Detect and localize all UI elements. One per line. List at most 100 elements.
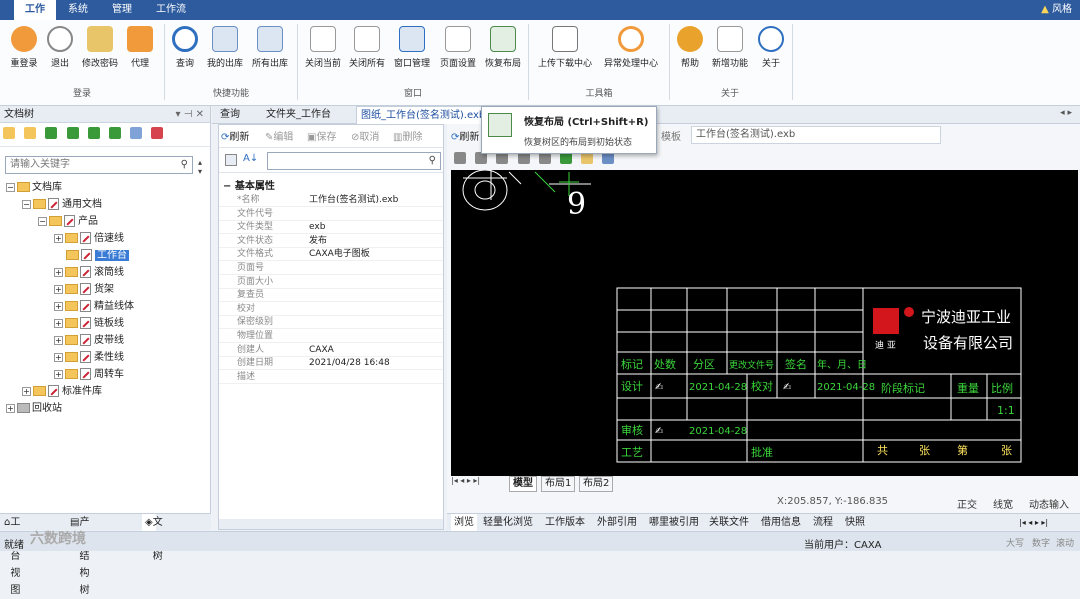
change-password-button[interactable]: 修改密码: [78, 24, 122, 69]
drawing-canvas[interactable]: 9 迪 亚 宁波迪亚工业 设备有限公司 标记 处数 分区 更改文件号 签名 年、…: [451, 170, 1078, 476]
tab-workbench-view[interactable]: ⌂ 工作台视图: [4, 514, 20, 596]
tree-node-chain-line[interactable]: + 链板线: [54, 315, 124, 332]
expand-icon[interactable]: +: [54, 267, 63, 277]
layout-tab-model[interactable]: 模型: [509, 476, 537, 492]
scroll-spin-icon[interactable]: ▴ ▾: [198, 158, 202, 176]
edit-button[interactable]: ✎编辑: [265, 128, 293, 143]
restore-layout-button[interactable]: 恢复布局: [482, 24, 524, 69]
property-row[interactable]: *名称 工作台(签名测试).exb: [219, 194, 443, 207]
property-row[interactable]: 页面大小: [219, 276, 443, 289]
move-top-icon[interactable]: [45, 127, 58, 139]
style-menu[interactable]: ▲ 风格: [1041, 0, 1072, 20]
list-icon[interactable]: [130, 127, 143, 139]
property-row[interactable]: 文件格式 CAXA电子图板: [219, 248, 443, 262]
my-checkout-button[interactable]: 我的出库: [202, 24, 248, 69]
collapse-icon[interactable]: −: [6, 182, 15, 192]
tree-node-cart[interactable]: + 周转车: [54, 366, 124, 383]
collapse-icon[interactable]: −: [22, 199, 31, 209]
expand-icon[interactable]: +: [54, 369, 63, 379]
viewer-tab[interactable]: 关联文件: [709, 514, 749, 531]
property-row[interactable]: 描述: [219, 371, 443, 384]
collapse-icon[interactable]: −: [38, 216, 47, 226]
prop-search-input[interactable]: ⚲: [267, 152, 441, 170]
exception-center-button[interactable]: 异常处理中心: [598, 24, 664, 69]
menu-tab-system[interactable]: 系统: [60, 0, 96, 20]
tab-scroll-icon[interactable]: ◂ ▸: [1060, 108, 1072, 118]
section-basic[interactable]: − 基本属性: [219, 180, 443, 193]
viewer-tab[interactable]: 轻量化浏览: [483, 514, 533, 531]
hand-icon[interactable]: [454, 152, 466, 164]
menu-tab-manage[interactable]: 管理: [104, 0, 140, 20]
tree-node-library[interactable]: − 文档库: [6, 179, 62, 196]
tree-node-shelf[interactable]: + 货架: [54, 281, 114, 298]
menu-tab-work[interactable]: 工作: [14, 0, 56, 20]
relogin-button[interactable]: 重登录: [6, 24, 42, 69]
expand-icon[interactable]: +: [54, 284, 63, 294]
property-row[interactable]: 创建日期 2021/04/28 16:48: [219, 357, 443, 371]
tree-node-speed-line[interactable]: + 倍速线: [54, 230, 124, 247]
tab-doc-tree[interactable]: ◈ 文档树: [142, 514, 163, 562]
tab-query[interactable]: 查询: [216, 106, 244, 124]
layout-tab-1[interactable]: 布局1: [541, 476, 576, 492]
expand-icon[interactable]: +: [54, 233, 63, 243]
viewer-tab[interactable]: 快照: [845, 514, 865, 531]
layout-nav-icons[interactable]: |◂ ◂ ▸ ▸|: [451, 476, 480, 485]
delete-button[interactable]: ▥删除: [393, 128, 422, 143]
tree-node-flex-line[interactable]: + 柔性线: [54, 349, 124, 366]
property-row[interactable]: 创建人 CAXA: [219, 344, 443, 357]
property-row[interactable]: 复查员: [219, 289, 443, 303]
tree-node-lean-line[interactable]: + 精益线体: [54, 298, 134, 315]
tree-node-roller-line[interactable]: + 滚筒线: [54, 264, 124, 281]
property-row[interactable]: 物理位置: [219, 330, 443, 343]
window-manage-button[interactable]: 窗口管理: [390, 24, 434, 69]
tree-node-belt-line[interactable]: + 皮带线: [54, 332, 124, 349]
property-row[interactable]: 文件状态 发布: [219, 235, 443, 248]
clear-icon[interactable]: [151, 127, 164, 139]
viewer-tab[interactable]: 流程: [813, 514, 833, 531]
expand-icon[interactable]: +: [54, 301, 63, 311]
tree-node-general[interactable]: − 通用文档: [22, 196, 102, 213]
property-row[interactable]: 校对: [219, 303, 443, 316]
viewer-tab[interactable]: 工作版本: [545, 514, 585, 531]
menu-tab-workflow[interactable]: 工作流: [148, 0, 194, 20]
tree-node-workbench[interactable]: 工作台: [66, 247, 129, 264]
new-features-button[interactable]: 新增功能: [706, 24, 754, 69]
viewer-tab[interactable]: 浏览: [451, 514, 477, 531]
transfer-center-button[interactable]: 上传下载中心: [534, 24, 596, 69]
help-button[interactable]: 帮助: [676, 24, 704, 69]
expand-icon[interactable]: +: [22, 386, 31, 396]
tree-node-product[interactable]: − 产品: [38, 213, 98, 230]
close-current-button[interactable]: 关闭当前: [302, 24, 344, 69]
expand-icon[interactable]: +: [54, 318, 63, 328]
categorize-icon[interactable]: [225, 154, 237, 166]
viewer-refresh-button[interactable]: ⟳刷新: [451, 128, 479, 143]
add-folder-icon[interactable]: [24, 127, 37, 139]
close-all-button[interactable]: 关闭所有: [346, 24, 388, 69]
tree-node-recycle[interactable]: + 回收站: [6, 400, 62, 417]
search-icon[interactable]: ⚲: [181, 157, 188, 173]
property-row[interactable]: 页面号: [219, 262, 443, 275]
viewer-tab[interactable]: 外部引用: [597, 514, 637, 531]
save-button[interactable]: ▣保存: [307, 128, 336, 143]
pin-close-icon[interactable]: ▾ ⊣ ✕: [176, 106, 204, 123]
add-folder-icon[interactable]: [3, 127, 15, 139]
ortho-toggle[interactable]: 正交: [957, 496, 977, 511]
layout-tab-2[interactable]: 布局2: [579, 476, 614, 492]
h-scrollbar[interactable]: [219, 519, 443, 529]
proxy-button[interactable]: 代理: [124, 24, 156, 69]
logout-button[interactable]: 退出: [44, 24, 76, 69]
cancel-button[interactable]: ⊘取消: [351, 128, 379, 143]
tree-search-input[interactable]: 请输入关键字 ⚲: [5, 156, 193, 174]
move-down-icon[interactable]: [87, 127, 100, 139]
page-setup-button[interactable]: 页面设置: [436, 24, 480, 69]
tree-node-standard-parts[interactable]: + 标准件库: [22, 383, 102, 400]
all-checkout-button[interactable]: 所有出库: [248, 24, 292, 69]
move-bottom-icon[interactable]: [108, 127, 121, 139]
viewer-tab[interactable]: 哪里被引用: [649, 514, 699, 531]
move-up-icon[interactable]: [66, 127, 79, 139]
viewer-tab[interactable]: 借用信息: [761, 514, 801, 531]
property-row[interactable]: 文件类型 exb: [219, 221, 443, 235]
tab-drawing-workbench[interactable]: 图纸_工作台(签名测试).exb: [356, 106, 488, 124]
property-row[interactable]: 文件代号: [219, 208, 443, 221]
expand-icon[interactable]: +: [54, 335, 63, 345]
